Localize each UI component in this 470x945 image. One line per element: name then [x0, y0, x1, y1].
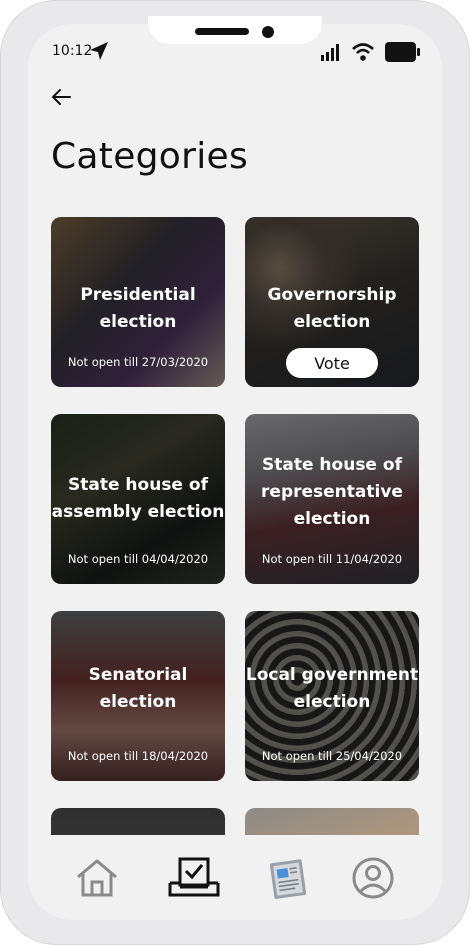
card-title: Local government election	[245, 662, 419, 716]
card-title-line: election	[293, 509, 371, 529]
category-grid: Presidential election Not open till 27/0…	[0, 0, 470, 835]
category-card-presidential[interactable]: Presidential election Not open till 27/0…	[51, 217, 225, 387]
card-title-line: election	[99, 692, 177, 712]
card-title-line: election	[293, 692, 371, 712]
category-card-partial-right[interactable]	[245, 808, 419, 835]
card-photo	[245, 808, 419, 835]
card-title-line: Presidential	[80, 285, 196, 305]
vote-button[interactable]: Vote	[286, 348, 378, 378]
card-status: Not open till 25/04/2020	[261, 749, 403, 763]
card-title: State house of representative election	[245, 452, 419, 533]
card-title-line: representative	[261, 482, 403, 502]
home-icon[interactable]	[74, 855, 120, 901]
newspaper-icon[interactable]	[266, 855, 312, 901]
card-status: Not open till 18/04/2020	[67, 749, 209, 763]
bottom-nav	[28, 835, 442, 920]
card-title-line: Local government	[245, 665, 419, 685]
card-title: Governorship election	[245, 282, 419, 336]
category-card-state-assembly[interactable]: State house of assembly election Not ope…	[51, 414, 225, 584]
category-card-local-government[interactable]: Local government election Not open till …	[245, 611, 419, 781]
card-title-line: State house of	[68, 475, 208, 495]
card-title-line: Senatorial	[88, 665, 188, 685]
card-title-line: Governorship	[267, 285, 397, 305]
card-title-line: election	[99, 312, 177, 332]
card-photo	[51, 808, 225, 835]
card-title-line: assembly election	[51, 502, 225, 522]
card-status: Not open till 04/04/2020	[67, 552, 209, 566]
card-status: Not open till 11/04/2020	[261, 552, 403, 566]
card-title: State house of assembly election	[51, 472, 225, 526]
card-status: Not open till 27/03/2020	[67, 355, 209, 369]
card-title-line: State house of	[262, 455, 402, 475]
category-card-senatorial[interactable]: Senatorial election Not open till 18/04/…	[51, 611, 225, 781]
profile-icon[interactable]	[350, 855, 396, 901]
category-card-partial-left[interactable]	[51, 808, 225, 835]
category-card-state-representative[interactable]: State house of representative election N…	[245, 414, 419, 584]
category-card-governorship[interactable]: Governorship election Vote	[245, 217, 419, 387]
card-title-line: election	[293, 312, 371, 332]
vote-box-icon[interactable]	[168, 855, 220, 901]
card-title: Presidential election	[51, 282, 225, 336]
card-title: Senatorial election	[51, 662, 225, 716]
